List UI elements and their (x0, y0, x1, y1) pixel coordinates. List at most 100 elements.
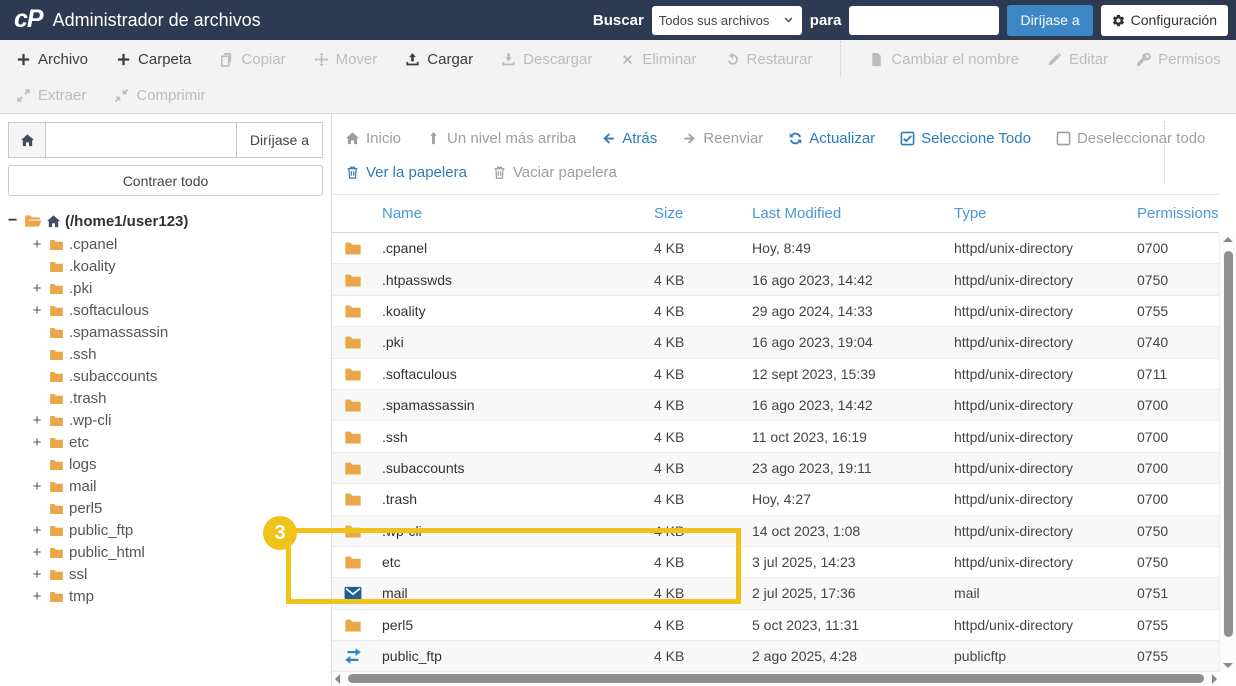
file-row-subaccounts[interactable]: .subaccounts 4 KB 23 ago 2023, 19:11 httpd/… (332, 452, 1219, 485)
expand-icon[interactable]: + (30, 302, 44, 319)
file-row-trash[interactable]: .trash 4 KB Hoy, 4:27 httpd/unix-directory 0… (332, 484, 1219, 516)
nav-vaciar-papelera[interactable]: Vaciar papelera (492, 164, 617, 181)
move-icon (314, 51, 329, 67)
file-row-perl5[interactable]: perl5 4 KB 5 oct 2023, 11:31 httpd/unix-dir… (332, 609, 1219, 642)
nav-seleccione-todo[interactable]: Seleccione Todo (900, 130, 1031, 147)
expand-icon[interactable]: + (30, 588, 44, 605)
tree-item-cpanel[interactable]: + .cpanel (0, 233, 331, 255)
toolbar-copiar[interactable]: Copiar (219, 51, 286, 68)
toolbar-mover[interactable]: Mover (314, 51, 377, 68)
tree-item-logs[interactable]: logs (0, 453, 331, 475)
toolbar-cargar[interactable]: Cargar (405, 51, 473, 68)
tree-item-public-html[interactable]: + public_html (0, 541, 331, 563)
scroll-left-arrow[interactable] (335, 674, 340, 684)
trash-icon (492, 165, 507, 180)
file-row-wp-cli[interactable]: .wp-cli 4 KB 14 oct 2023, 1:08 httpd/unix-d… (332, 515, 1219, 547)
scroll-right-arrow[interactable] (1212, 674, 1217, 684)
search-scope-select[interactable]: Todos sus archivos (651, 5, 802, 35)
expand-icon[interactable]: + (30, 478, 44, 495)
table-header: Name Size Last Modified Type Permissions (332, 194, 1219, 233)
nav-atr-s[interactable]: Atrás (601, 130, 657, 147)
nav-un-nivel-m-s-arriba[interactable]: Un nivel más arriba (426, 130, 576, 147)
scroll-down-arrow[interactable] (1223, 663, 1233, 668)
expand-icon[interactable]: + (30, 434, 44, 451)
tree-item-wp-cli[interactable]: + .wp-cli (0, 409, 331, 431)
search-label: Buscar (592, 11, 644, 29)
toolbar-extraer[interactable]: Extraer (16, 87, 86, 104)
horizontal-scroll-thumb[interactable] (348, 674, 1204, 683)
file-row-pki[interactable]: .pki 4 KB 16 ago 2023, 19:04 httpd/unix-dir… (332, 327, 1219, 359)
path-input[interactable] (46, 122, 237, 158)
file-row-spamassassin[interactable]: .spamassassin 4 KB 16 ago 2023, 14:42 httpd… (332, 389, 1219, 422)
file-row-public-ftp[interactable]: public_ftp 4 KB 2 ago 2025, 4:28 publicftp 0… (332, 641, 1219, 672)
toolbar-comprimir[interactable]: Comprimir (114, 87, 206, 104)
toolbar-editar[interactable]: Editar (1047, 51, 1108, 68)
expand-icon[interactable]: + (30, 522, 44, 539)
toolbar-permisos[interactable]: Permisos (1136, 51, 1221, 68)
gear-icon (1112, 14, 1125, 27)
tree-item-trash[interactable]: .trash (0, 387, 331, 409)
toolbar-eliminar[interactable]: Eliminar (620, 51, 697, 68)
tree-item-spamassassin[interactable]: .spamassassin (0, 321, 331, 343)
expand-icon[interactable]: + (30, 544, 44, 561)
header-go-button[interactable]: Diríjase a (1007, 4, 1093, 36)
file-row-htpasswds[interactable]: .htpasswds 4 KB 16 ago 2023, 14:42 httpd/un… (332, 264, 1219, 296)
search-input[interactable] (849, 5, 1000, 35)
tree-item-ssl[interactable]: + ssl (0, 563, 331, 585)
envelope-icon (344, 584, 362, 602)
folder-icon (344, 616, 362, 634)
tree-item-koality[interactable]: .koality (0, 255, 331, 277)
toolbar-separator (840, 41, 842, 77)
toolbar-carpeta[interactable]: Carpeta (116, 51, 191, 68)
toolbar-archivo[interactable]: Archivo (16, 51, 88, 68)
expand-icon[interactable]: + (30, 566, 44, 583)
vertical-scrollbar[interactable] (1219, 233, 1236, 672)
column-header-size[interactable]: Size (646, 205, 744, 222)
horizontal-scrollbar[interactable] (332, 672, 1220, 686)
tree-item-ssh[interactable]: .ssh (0, 343, 331, 365)
file-row-etc[interactable]: etc 4 KB 3 jul 2025, 14:23 httpd/unix-direc… (332, 546, 1219, 579)
folder-icon (344, 522, 362, 540)
column-header-permissions[interactable]: Permissions (1129, 205, 1219, 222)
tree-item-public-ftp[interactable]: + public_ftp (0, 519, 331, 541)
expand-icon[interactable]: + (30, 412, 44, 429)
tree-item-softaculous[interactable]: + .softaculous (0, 299, 331, 321)
file-row-mail[interactable]: mail 4 KB 2 jul 2025, 17:36 mail 0751 (332, 578, 1219, 610)
collapse-all-button[interactable]: Contraer todo (8, 165, 323, 196)
sidebar-go-button[interactable]: Diríjase a (236, 122, 323, 158)
expand-icon[interactable]: + (30, 236, 44, 253)
file-row-ssh[interactable]: .ssh 4 KB 11 oct 2023, 16:19 httpd/unix-dir… (332, 421, 1219, 453)
file-row-softaculous[interactable]: .softaculous 4 KB 12 sept 2023, 15:39 httpd… (332, 358, 1219, 390)
nav-reenviar[interactable]: Reenviar (682, 130, 763, 147)
tree-item-perl5[interactable]: perl5 (0, 497, 331, 519)
pencil-icon (1047, 52, 1062, 67)
expand-icon[interactable]: + (30, 280, 44, 297)
nav-actualizar[interactable]: Actualizar (788, 130, 875, 147)
file-row-koality[interactable]: .koality 4 KB 29 ago 2024, 14:33 httpd/unix… (332, 295, 1219, 328)
column-header-name[interactable]: Name (374, 205, 646, 222)
column-header-type[interactable]: Type (946, 205, 1129, 222)
nav-ver-la-papelera[interactable]: Ver la papelera (345, 164, 467, 181)
nav-inicio[interactable]: Inicio (345, 130, 401, 147)
column-header-last-modified[interactable]: Last Modified (744, 205, 946, 222)
toolbar-descargar[interactable]: Descargar (501, 51, 592, 68)
tree-item-tmp[interactable]: + tmp (0, 585, 331, 607)
folder-icon (49, 237, 64, 252)
settings-button[interactable]: Configuración (1100, 4, 1228, 36)
toolbar-restaurar[interactable]: Restaurar (725, 51, 812, 68)
home-button[interactable] (8, 122, 46, 158)
tree-item-pki[interactable]: + .pki (0, 277, 331, 299)
toolbar-cambiar-el-nombre[interactable]: Cambiar el nombre (869, 51, 1019, 68)
file-row-cpanel[interactable]: .cpanel 4 KB Hoy, 8:49 httpd/unix-directory… (332, 233, 1219, 265)
scroll-up-arrow[interactable] (1223, 237, 1233, 242)
cpanel-logo: cP (14, 4, 44, 33)
vertical-scroll-thumb[interactable] (1224, 251, 1233, 637)
tree-root-home[interactable]: − (/home1/user123) (0, 209, 331, 233)
tree-item-etc[interactable]: + etc (0, 431, 331, 453)
upload-icon (405, 52, 420, 67)
copy-icon (219, 52, 234, 67)
tree-item-mail[interactable]: + mail (0, 475, 331, 497)
nav-deseleccionar-todo[interactable]: Deseleccionar todo (1056, 130, 1205, 147)
collapse-icon[interactable]: − (8, 212, 20, 230)
tree-item-subaccounts[interactable]: .subaccounts (0, 365, 331, 387)
